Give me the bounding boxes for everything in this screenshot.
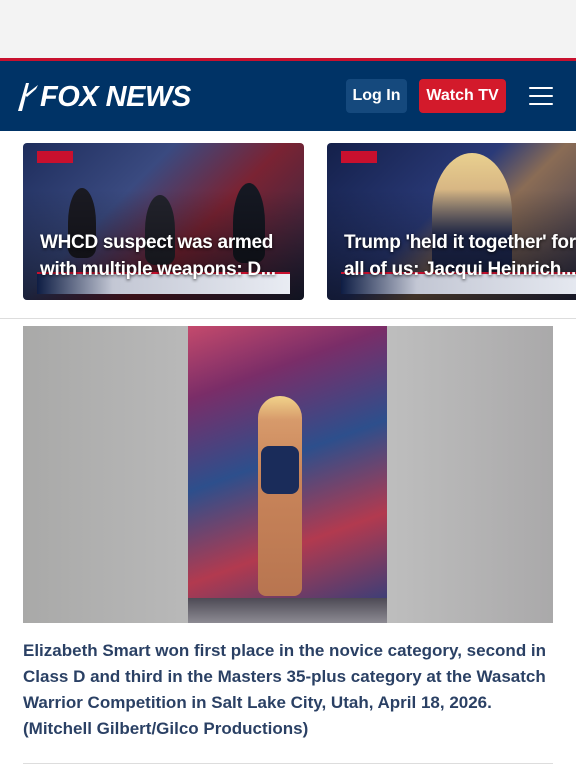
divider [0, 318, 576, 319]
image-caption: Elizabeth Smart won first place in the n… [23, 641, 547, 738]
story-title: Trump 'held it together' for all of us: … [344, 232, 576, 280]
competitor-suit [261, 446, 299, 494]
story-card[interactable]: Trump 'held it together' for all of us: … [327, 143, 576, 300]
login-button[interactable]: Log In [346, 79, 407, 113]
logo-text: FOX NEWS [40, 80, 191, 113]
fox-logo-mark-icon [18, 83, 38, 111]
site-header: FOX NEWS Log In Watch TV [0, 58, 576, 131]
stage-floor [188, 598, 387, 623]
article-hero-image[interactable] [23, 326, 553, 623]
competitor-figure [258, 396, 302, 596]
watch-tv-button[interactable]: Watch TV [419, 79, 506, 113]
fox-news-logo[interactable]: FOX NEWS [16, 81, 191, 113]
story-title: WHCD suspect was armed with multiple wea… [40, 232, 276, 280]
divider [23, 763, 553, 764]
hamburger-menu-icon[interactable] [529, 87, 553, 105]
top-stories-carousel: WHCD suspect was armed with multiple wea… [0, 143, 576, 301]
story-card[interactable]: WHCD suspect was armed with multiple wea… [23, 143, 304, 300]
top-ad-space [0, 0, 576, 58]
